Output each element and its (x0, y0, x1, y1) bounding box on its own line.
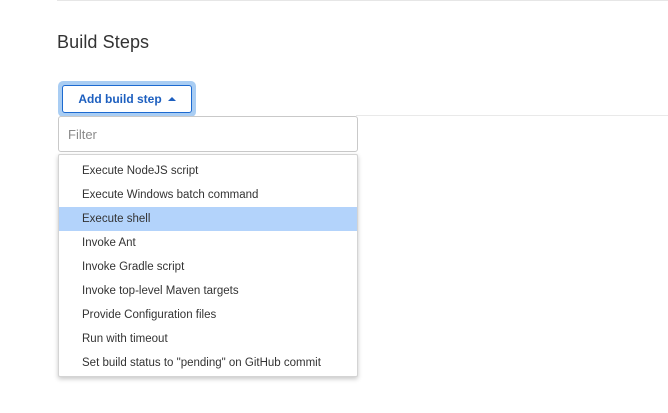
menu-item-execute-shell[interactable]: Execute shell (59, 207, 357, 231)
caret-up-icon (167, 96, 176, 101)
menu-item-set-build-status-pending[interactable]: Set build status to "pending" on GitHub … (59, 351, 357, 375)
menu-item-invoke-ant[interactable]: Invoke Ant (59, 231, 357, 255)
page: Build Steps Add build step Execute NodeJ… (0, 0, 668, 413)
menu-item-provide-configuration-files[interactable]: Provide Configuration files (59, 303, 357, 327)
section-title: Build Steps (57, 32, 150, 52)
menu-item-invoke-maven-targets[interactable]: Invoke top-level Maven targets (59, 279, 357, 303)
filter-input[interactable] (58, 116, 358, 152)
menu-item-invoke-gradle-script[interactable]: Invoke Gradle script (59, 255, 357, 279)
add-build-step-label: Add build step (78, 92, 162, 106)
section-divider (57, 0, 668, 1)
build-step-menu: Execute NodeJS script Execute Windows ba… (58, 154, 358, 377)
add-build-step-button[interactable]: Add build step (62, 85, 192, 113)
menu-item-run-with-timeout[interactable]: Run with timeout (59, 327, 357, 351)
menu-item-execute-windows-batch-command[interactable]: Execute Windows batch command (59, 183, 357, 207)
content-divider (356, 115, 668, 116)
menu-item-execute-nodejs-script[interactable]: Execute NodeJS script (59, 159, 357, 183)
